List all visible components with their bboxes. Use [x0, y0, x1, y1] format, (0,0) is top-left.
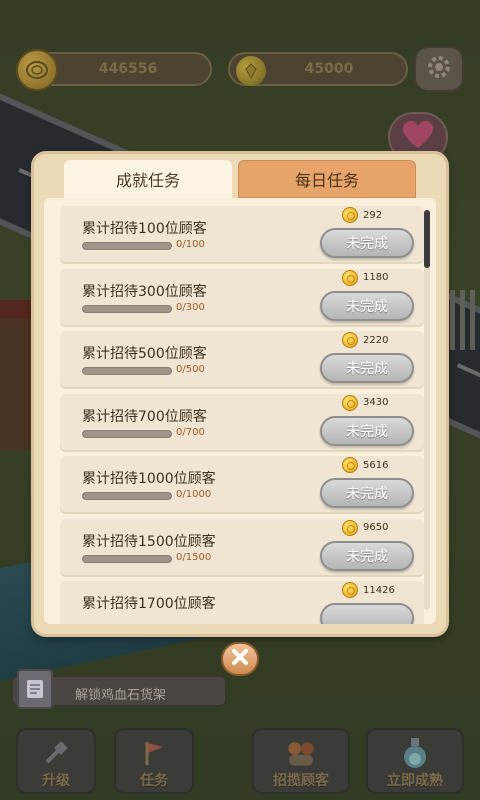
task-progress-text: 0/700	[176, 426, 205, 438]
task-status-button[interactable]: 未完成	[320, 540, 414, 571]
task-list[interactable]: 累计招待100位顾客 0/100 292 未完成 累计招待300位顾客 0/300 1180…	[44, 198, 436, 624]
task-reward: 9650	[342, 519, 389, 536]
task-progress-bar	[82, 304, 172, 313]
upgrade-label: 升级	[42, 773, 70, 789]
instant-mature-label: 立即成熟	[387, 773, 443, 789]
heart-icon	[401, 120, 435, 154]
gem-amount: 45000	[304, 61, 354, 77]
task-progress-bar	[82, 492, 172, 500]
task-progress-text: 0/1500	[176, 551, 212, 563]
task-title: 累计招待1500位顾客	[82, 533, 216, 550]
task-reward: 5616	[342, 457, 388, 473]
task-reward-amount: 1180	[363, 272, 389, 283]
task-button[interactable]: 任务	[114, 728, 194, 794]
tab-daily-tasks[interactable]: 每日任务	[238, 160, 416, 198]
coin-icon	[342, 269, 358, 286]
settings-button[interactable]	[414, 46, 464, 92]
quest-hint-bar[interactable]: 解锁鸡血石货架	[12, 669, 226, 709]
gold-amount: 446556	[98, 61, 158, 77]
task-title: 累计招待500位顾客	[82, 346, 207, 362]
task-status-button[interactable]: 未完成	[320, 478, 414, 508]
task-progress-text: 0/300	[176, 301, 205, 313]
task-panel: 成就任务 每日任务 累计招待100位顾客 0/100 292 未完成 累计招待300位顾…	[34, 154, 446, 634]
quest-scroll-icon	[17, 669, 53, 709]
task-status-button[interactable]	[320, 603, 414, 624]
task-reward: 292	[342, 207, 382, 223]
coin-icon	[342, 519, 358, 536]
gem-counter: 45000	[228, 52, 408, 86]
task-progress-bar	[82, 367, 172, 375]
upgrade-button[interactable]: 升级	[16, 728, 96, 794]
close-icon	[231, 648, 249, 670]
task-reward-amount: 2220	[363, 334, 389, 346]
task-reward-amount: 9650	[363, 522, 389, 533]
coin-icon	[342, 457, 358, 473]
task-progress-text: 0/1000	[176, 489, 212, 500]
task-title: 累计招待1000位顾客	[82, 471, 216, 487]
task-title: 累计招待700位顾客	[82, 408, 207, 425]
task-reward: 11426	[342, 582, 395, 598]
task-progress-bar	[82, 429, 172, 438]
coin-icon	[342, 582, 358, 598]
quest-hint-text: 解锁鸡血石货架	[75, 688, 167, 703]
scrollbar-thumb[interactable]	[424, 210, 430, 268]
task-row: 累计招待300位顾客 0/300 1180 未完成	[60, 268, 424, 327]
task-progress-text: 0/500	[176, 364, 205, 375]
task-row: 累计招待500位顾客 0/500 2220 未完成	[60, 331, 424, 389]
task-reward: 1180	[342, 269, 389, 286]
gold-coin-icon	[16, 49, 58, 91]
gem-bag-icon	[236, 56, 266, 86]
task-row: 累计招待1000位顾客 0/1000 5616 未完成	[60, 456, 424, 514]
tab-achievement-tasks[interactable]: 成就任务	[64, 160, 232, 198]
gear-icon	[424, 52, 454, 86]
task-row: 累计招待1700位顾客 11426	[60, 581, 424, 624]
task-label: 任务	[140, 773, 168, 789]
task-progress-bar	[82, 242, 172, 250]
task-row: 累计招待100位顾客 0/100 292 未完成	[60, 206, 424, 264]
customers-icon	[283, 736, 319, 770]
task-row: 累计招待700位顾客 0/700 3430 未完成	[60, 393, 424, 452]
task-status-button[interactable]: 未完成	[320, 353, 414, 383]
task-reward-amount: 11426	[363, 584, 395, 596]
task-status-button[interactable]: 未完成	[320, 415, 414, 446]
task-reward: 2220	[342, 332, 388, 348]
wrench-icon	[38, 736, 74, 770]
task-progress-bar	[82, 554, 172, 563]
scrollbar-track[interactable]	[424, 210, 430, 610]
task-title: 累计招待300位顾客	[82, 283, 207, 300]
task-reward: 3430	[342, 394, 389, 411]
task-status-button[interactable]: 未完成	[320, 228, 414, 258]
coin-icon	[342, 332, 358, 348]
coin-icon	[342, 207, 358, 223]
task-reward-amount: 5616	[363, 459, 389, 471]
gold-counter: 446556	[16, 49, 212, 91]
task-progress-text: 0/100	[176, 239, 205, 250]
close-button[interactable]	[221, 642, 259, 676]
task-reward-amount: 3430	[363, 397, 389, 408]
task-title: 累计招待100位顾客	[82, 221, 207, 237]
flag-icon	[136, 736, 172, 770]
potion-bottle-icon	[397, 736, 433, 770]
task-reward-amount: 292	[363, 209, 383, 221]
coin-icon	[342, 394, 358, 411]
attract-customers-button[interactable]: 招揽顾客	[252, 728, 350, 794]
task-status-button[interactable]: 未完成	[320, 290, 414, 321]
task-title: 累计招待1700位顾客	[82, 596, 216, 612]
instant-mature-button[interactable]: 立即成熟	[366, 728, 464, 794]
attract-customers-label: 招揽顾客	[273, 773, 329, 789]
task-row: 累计招待1500位顾客 0/1500 9650 未完成	[60, 518, 424, 577]
